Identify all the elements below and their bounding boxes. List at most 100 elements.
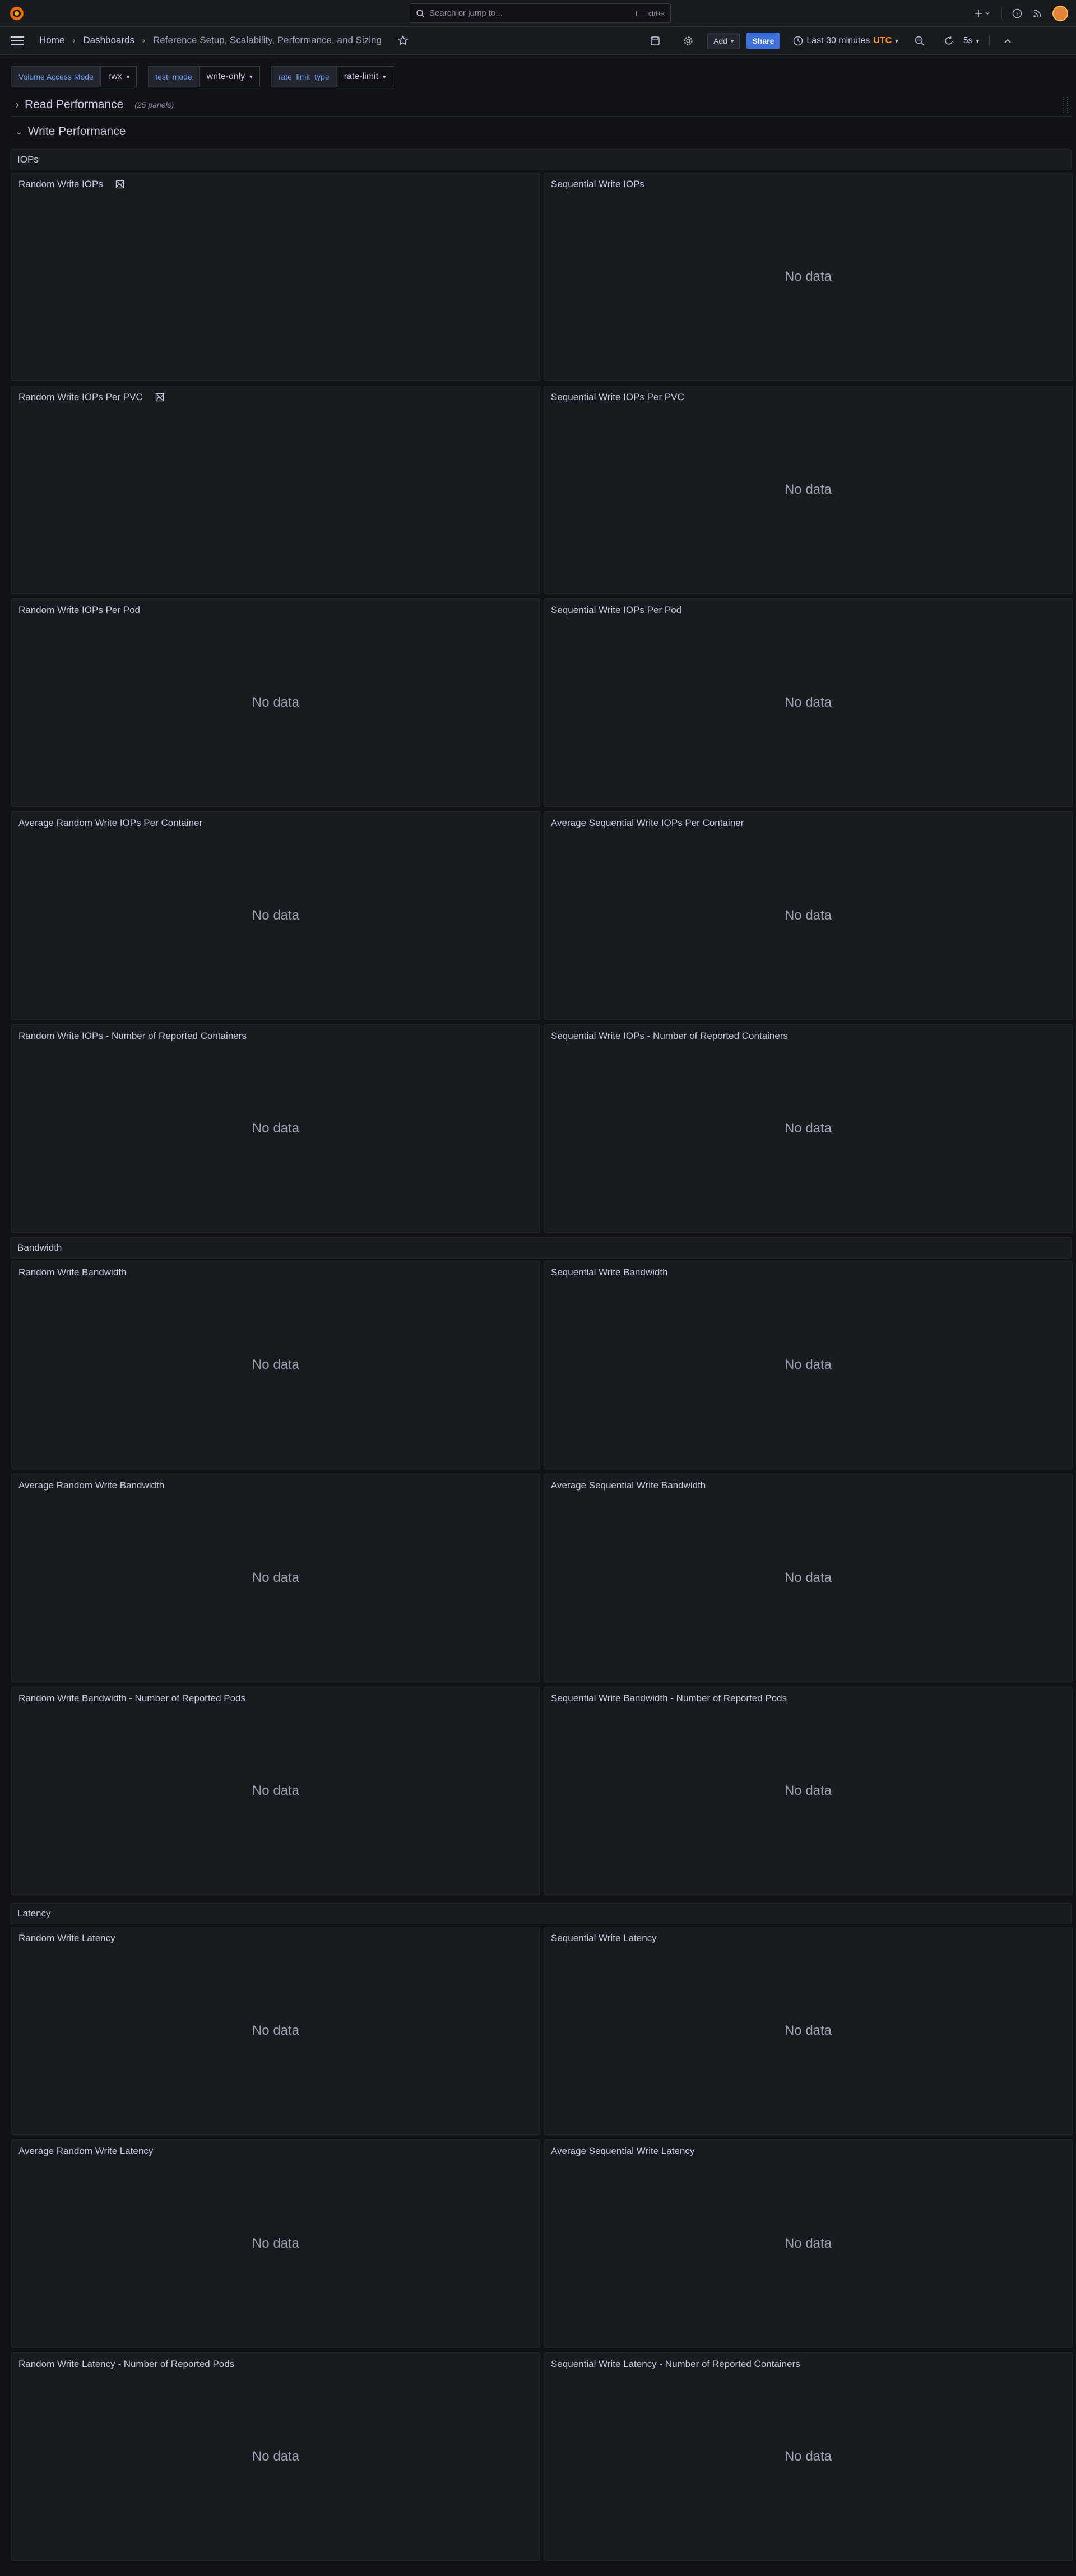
new-menu-button[interactable] (975, 9, 991, 18)
panel[interactable]: Sequential Write Bandwidth - Number of R… (544, 1687, 1073, 1895)
refresh-interval-label: 5s (963, 36, 973, 45)
panel[interactable]: Sequential Write IOPs Per Pod No data (544, 598, 1073, 807)
panel[interactable]: Average Sequential Write IOPs Per Contai… (544, 811, 1073, 1020)
panel[interactable]: Sequential Write IOPs No data (544, 173, 1073, 381)
panel[interactable]: Sequential Write Bandwidth No data (544, 1261, 1073, 1469)
row-panel-count: (25 panels) (134, 100, 174, 109)
row-write-performance[interactable]: ⌄ Write Performance (16, 123, 126, 141)
panel-header[interactable]: Average Random Write Bandwidth (18, 1479, 164, 1492)
no-data-message: No data (252, 1121, 300, 1136)
panel-header[interactable]: Sequential Write Bandwidth - Number of R… (551, 1692, 787, 1705)
panel[interactable]: Average Sequential Write Bandwidth No dat… (544, 1474, 1073, 1682)
panel[interactable]: Random Write Latency No data (11, 1927, 540, 2135)
panel[interactable]: Average Random Write Latency No data (11, 2139, 540, 2348)
panel-header[interactable]: Random Write IOPs (18, 178, 124, 191)
gear-icon (684, 36, 693, 45)
panel[interactable]: Random Write Latency - Number of Reporte… (11, 2352, 540, 2561)
panel[interactable]: Average Sequential Write Latency No data (544, 2139, 1073, 2348)
chart-no-data-icon[interactable] (155, 393, 164, 402)
search-shortcut: ctrl+k (636, 10, 665, 17)
no-data-message: No data (784, 2023, 832, 2038)
panel[interactable]: Average Random Write IOPs Per Container N… (11, 811, 540, 1020)
variable-select-volume-access-mode[interactable]: rwx ▾ (100, 66, 137, 87)
panel-header[interactable]: Random Write IOPs - Number of Reported C… (18, 1029, 247, 1043)
breadcrumb-home[interactable]: Home (39, 35, 64, 46)
panel-header[interactable]: Random Write Bandwidth (18, 1266, 126, 1279)
chart-no-data-icon[interactable] (115, 180, 124, 189)
chevron-down-icon: ▾ (976, 38, 980, 45)
time-range-label: Last 30 minutes (806, 36, 870, 45)
refresh-button[interactable] (943, 35, 954, 47)
panel[interactable]: Random Write IOPs Per Pod No data (11, 598, 540, 807)
panel-header[interactable]: Average Random Write Latency (18, 2145, 153, 2158)
chevron-up-icon (1004, 39, 1011, 43)
panel[interactable]: Sequential Write IOPs - Number of Report… (544, 1024, 1073, 1233)
chevron-down-icon: ▾ (383, 73, 386, 81)
panel[interactable]: Random Write IOPs - Number of Reported C… (11, 1024, 540, 1233)
panel[interactable]: Sequential Write Latency No data (544, 1927, 1073, 2135)
panel-header[interactable]: Sequential Write IOPs Per PVC (551, 391, 684, 404)
panel-title: Average Sequential Write IOPs Per Contai… (551, 818, 744, 828)
help-button[interactable]: ? (1012, 8, 1022, 18)
drag-handle[interactable] (1063, 97, 1068, 113)
save-dashboard-button[interactable] (650, 36, 660, 46)
dashboard-settings-button[interactable] (683, 35, 694, 47)
star-icon[interactable] (397, 35, 409, 46)
no-data-message: No data (784, 1357, 832, 1372)
panel-header[interactable]: Sequential Write Latency (551, 1932, 657, 1945)
panel-header[interactable]: Random Write IOPs Per PVC (18, 391, 164, 404)
panel-title: Average Random Write Latency (18, 2146, 154, 2156)
row-read-performance[interactable]: › Read Performance (25 panels) (16, 96, 174, 114)
panel[interactable]: Sequential Write IOPs Per PVC No data (544, 386, 1073, 594)
news-button[interactable] (1032, 8, 1042, 18)
collapse-nav-button[interactable] (1003, 36, 1012, 45)
breadcrumb-dashboards[interactable]: Dashboards (83, 35, 134, 46)
zoom-out-icon (915, 36, 925, 46)
panel-header[interactable]: Average Sequential Write IOPs Per Contai… (551, 816, 744, 830)
no-data-message: No data (784, 2236, 832, 2251)
top-bar: Search or jump to... ctrl+k ? (0, 0, 1076, 27)
breadcrumb: Home › Dashboards › Reference Setup, Sca… (39, 27, 409, 54)
zoom-out-button[interactable] (914, 35, 925, 47)
refresh-interval-picker[interactable]: 5s ▾ (963, 36, 979, 46)
panel-header[interactable]: Average Sequential Write Bandwidth (551, 1479, 706, 1492)
panel-header[interactable]: Sequential Write IOPs Per Pod (551, 604, 681, 617)
user-avatar[interactable] (1052, 6, 1068, 21)
add-button[interactable]: Add ▾ (707, 33, 740, 49)
grafana-logo-icon[interactable] (9, 6, 25, 21)
panel-header[interactable]: Average Random Write IOPs Per Container (18, 816, 202, 830)
panel[interactable]: Random Write Bandwidth No data (11, 1261, 540, 1469)
search-icon (416, 9, 425, 18)
panel[interactable]: Random Write IOPs Per PVC (11, 386, 540, 594)
no-data-message: No data (252, 1783, 300, 1798)
no-data-message: No data (784, 1121, 832, 1136)
breadcrumb-current-dashboard: Reference Setup, Scalability, Performanc… (153, 35, 382, 45)
no-data-message: No data (784, 695, 832, 710)
no-data-message: No data (784, 1570, 832, 1585)
panel-header[interactable]: Sequential Write IOPs (551, 178, 644, 191)
menu-icon[interactable] (10, 36, 25, 46)
panel[interactable]: Average Random Write Bandwidth No data (11, 1474, 540, 1682)
panel[interactable]: Sequential Write Latency - Number of Rep… (544, 2352, 1073, 2561)
share-button[interactable]: Share (746, 33, 780, 49)
panel-header[interactable]: Sequential Write Latency - Number of Rep… (551, 2357, 800, 2371)
no-data-message: No data (784, 1783, 832, 1798)
panel-header[interactable]: Random Write IOPs Per Pod (18, 604, 140, 617)
panel-header[interactable]: Sequential Write IOPs - Number of Report… (551, 1029, 788, 1043)
template-variables: Volume Access Mode rwx ▾ test_mode write… (11, 66, 393, 87)
variable-select-rate-limit-type[interactable]: rate-limit ▾ (336, 66, 393, 87)
panel-header[interactable]: Random Write Bandwidth - Number of Repor… (18, 1692, 245, 1705)
panel-header[interactable]: Sequential Write Bandwidth (551, 1266, 668, 1279)
chevron-down-icon: ▾ (730, 38, 734, 45)
panel-title: Random Write IOPs Per Pod (18, 605, 140, 615)
search-input[interactable]: Search or jump to... ctrl+k (410, 3, 671, 23)
panel-header[interactable]: Random Write Latency (18, 1932, 115, 1945)
variable-select-test-mode[interactable]: write-only ▾ (199, 66, 260, 87)
panel-title: Sequential Write IOPs Per Pod (551, 605, 682, 615)
panel-header[interactable]: Average Sequential Write Latency (551, 2145, 694, 2158)
panel[interactable]: Random Write IOPs (11, 173, 540, 381)
panel-header[interactable]: Random Write Latency - Number of Reporte… (18, 2357, 234, 2371)
panel[interactable]: Random Write Bandwidth - Number of Repor… (11, 1687, 540, 1895)
help-icon: ? (1012, 8, 1022, 18)
time-range-picker[interactable]: Last 30 minutes UTC ▾ (793, 36, 898, 46)
